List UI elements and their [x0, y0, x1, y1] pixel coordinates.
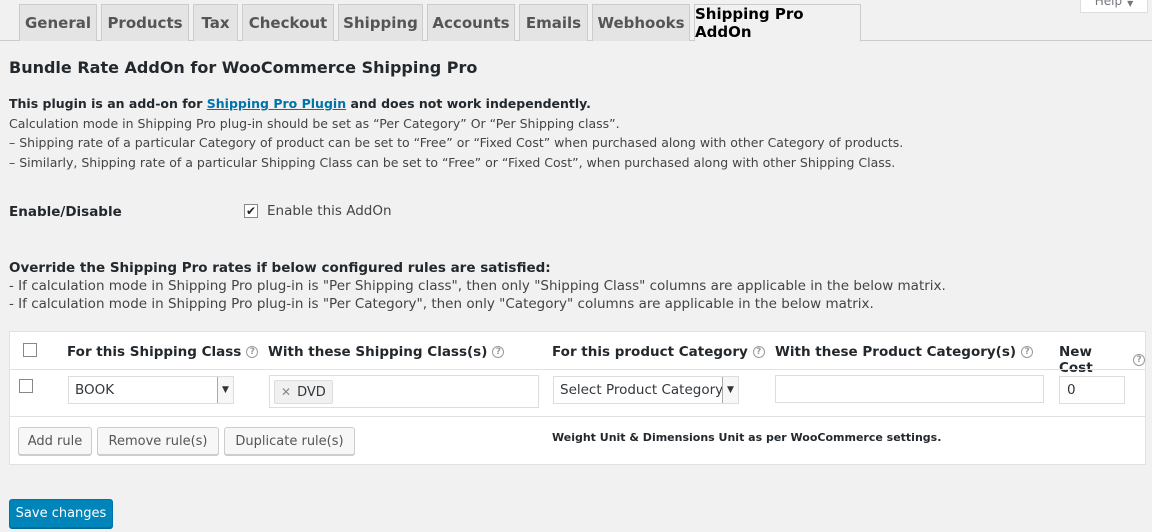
new-cost-input[interactable]: 0 [1059, 376, 1125, 404]
shipping-class-tag: ✕ DVD [274, 380, 333, 404]
override-line: - If calculation mode in Shipping Pro pl… [9, 296, 874, 312]
with-shipping-classes-input[interactable]: ✕ DVD [269, 375, 539, 408]
help-tip-icon[interactable]: ? [1021, 346, 1034, 358]
tab-products[interactable]: Products [101, 4, 189, 41]
remove-rules-button[interactable]: Remove rule(s) [97, 427, 219, 455]
remove-tag-icon[interactable]: ✕ [281, 385, 291, 399]
enable-addon-field: ✔ Enable this AddOn [244, 203, 392, 219]
enable-addon-label: Enable this AddOn [267, 203, 392, 219]
tab-accounts[interactable]: Accounts [427, 4, 515, 41]
rules-table: For this Shipping Class? With these Ship… [9, 331, 1146, 465]
duplicate-rules-button[interactable]: Duplicate rule(s) [224, 427, 355, 455]
header-with-product-categories: With these Product Category(s)? [775, 344, 1034, 360]
header-new-cost: New Cost? [1059, 344, 1145, 376]
desc-line: – Similarly, Shipping rate of a particul… [9, 154, 896, 170]
desc-line: Calculation mode in Shipping Pro plug-in… [9, 115, 620, 131]
plugin-description: This plugin is an add-on for Shipping Pr… [9, 94, 1129, 172]
settings-tabs: General Products Tax Checkout Shipping A… [0, 0, 1152, 42]
override-description: Override the Shipping Pro rates if below… [9, 259, 1139, 313]
tab-emails[interactable]: Emails [519, 4, 588, 41]
help-tip-icon[interactable]: ? [246, 346, 259, 358]
header-divider [10, 369, 1145, 370]
enable-addon-checkbox[interactable]: ✔ [244, 204, 258, 218]
row-divider [10, 416, 1145, 417]
tab-shipping-pro-addon[interactable]: Shipping Pro AddOn [694, 4, 861, 42]
header-with-shipping-classes: With these Shipping Class(s)? [268, 344, 505, 360]
tab-tax[interactable]: Tax [193, 4, 238, 41]
units-note: Weight Unit & Dimensions Unit as per Woo… [552, 431, 942, 444]
help-tip-icon[interactable]: ? [492, 346, 505, 358]
tab-webhooks[interactable]: Webhooks [592, 4, 690, 41]
row-checkbox[interactable] [19, 379, 33, 393]
with-product-categories-input[interactable] [775, 375, 1044, 403]
chevron-down-icon: ▼ [217, 377, 233, 403]
product-category-select[interactable]: Select Product Category ▼ [553, 376, 739, 404]
tab-general[interactable]: General [19, 4, 97, 41]
tab-checkout[interactable]: Checkout [242, 4, 334, 41]
help-tip-icon[interactable]: ? [1133, 354, 1145, 366]
enable-disable-label: Enable/Disable [9, 204, 122, 220]
intro-line: This plugin is an add-on for Shipping Pr… [9, 96, 591, 111]
header-product-category: For this product Category? [552, 344, 765, 360]
tab-shipping[interactable]: Shipping [338, 4, 423, 41]
shipping-class-select[interactable]: BOOK ▼ [68, 376, 234, 404]
select-all-checkbox[interactable] [23, 343, 37, 357]
chevron-down-icon: ▼ [722, 377, 738, 403]
checkmark-icon: ✔ [245, 204, 257, 218]
save-changes-button[interactable]: Save changes [9, 499, 113, 528]
header-shipping-class: For this Shipping Class? [67, 344, 259, 360]
add-rule-button[interactable]: Add rule [18, 427, 92, 455]
override-heading: Override the Shipping Pro rates if below… [9, 260, 551, 276]
override-line: - If calculation mode in Shipping Pro pl… [9, 278, 946, 294]
page-title: Bundle Rate AddOn for WooCommerce Shippi… [9, 58, 478, 77]
help-tip-icon[interactable]: ? [752, 346, 765, 358]
shipping-pro-plugin-link[interactable]: Shipping Pro Plugin [207, 96, 346, 111]
desc-line: – Shipping rate of a particular Category… [9, 135, 904, 150]
